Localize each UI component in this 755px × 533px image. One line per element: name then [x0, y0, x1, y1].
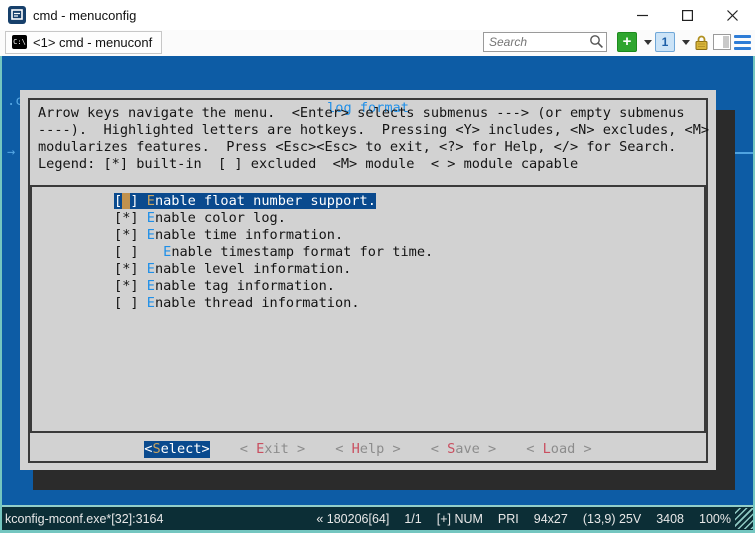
- status-item: (13,9) 25V: [583, 512, 641, 526]
- cmd-icon: C:\: [12, 35, 27, 49]
- panel-icon: [713, 34, 731, 50]
- view-panel-button[interactable]: [713, 32, 731, 52]
- status-item: 94x27: [534, 512, 568, 526]
- status-item: 100%: [699, 512, 731, 526]
- instruction-line: modularizes features. Press <Esc><Esc> t…: [38, 139, 709, 156]
- new-console-dropdown[interactable]: [640, 32, 652, 52]
- exit-button[interactable]: < Exit >: [240, 441, 306, 458]
- menu-item[interactable]: [*] Enable level information.: [32, 261, 704, 278]
- search-box: [483, 32, 607, 52]
- status-item: « 180206[64]: [316, 512, 389, 526]
- conemu-app-icon: [8, 6, 26, 24]
- instruction-line: ----). Highlighted letters are hotkeys. …: [38, 122, 709, 139]
- lock-button[interactable]: [693, 32, 710, 52]
- menu-item[interactable]: [*] Enable color log.: [32, 210, 704, 227]
- status-item: 1/1: [404, 512, 421, 526]
- help-button[interactable]: < Help >: [335, 441, 401, 458]
- menu-item[interactable]: [ ] Enable float number support.: [32, 193, 704, 210]
- tab-cmd-menuconf[interactable]: C:\ <1> cmd - menuconf: [5, 31, 162, 54]
- menu-item[interactable]: [*] Enable tag information.: [32, 278, 704, 295]
- conemu-window: cmd - menuconfig C:\ <1> cmd - menuconf …: [0, 0, 755, 533]
- status-process: kconfig-mconf.exe*[32]:3164: [5, 512, 163, 526]
- main-menu-button[interactable]: [734, 32, 751, 52]
- instruction-line: Arrow keys navigate the menu. <Enter> se…: [38, 105, 709, 122]
- plus-icon: +: [623, 33, 632, 51]
- lock-icon: [693, 34, 710, 51]
- menu-icon: [734, 35, 751, 50]
- tab-label: <1> cmd - menuconf: [33, 35, 152, 50]
- menuconfig-dialog: log format Arrow keys navigate the menu.…: [20, 90, 716, 470]
- menu-list: [ ] Enable float number support.[*] Enab…: [30, 185, 706, 433]
- chevron-down-icon: [644, 40, 652, 45]
- status-item: PRI: [498, 512, 519, 526]
- new-console-button[interactable]: +: [617, 32, 637, 52]
- menu-item[interactable]: [ ] Enable thread information.: [32, 295, 704, 312]
- dialog-instructions: Arrow keys navigate the menu. <Enter> se…: [38, 105, 709, 173]
- search-icon: [589, 34, 604, 54]
- resize-grip[interactable]: [735, 508, 753, 529]
- active-console-button[interactable]: 1: [655, 32, 675, 52]
- status-bar: kconfig-mconf.exe*[32]:3164 « 180206[64]…: [2, 505, 753, 530]
- tab-bar: C:\ <1> cmd - menuconf + 1: [0, 30, 755, 56]
- menu-item[interactable]: [ ] Enable timestamp format for time.: [32, 244, 704, 261]
- menu-item[interactable]: [*] Enable time information.: [32, 227, 704, 244]
- terminal-screen[interactable]: .config - RT-Thread Project Configuratio…: [2, 56, 753, 505]
- titlebar: cmd - menuconfig: [0, 0, 755, 30]
- dialog-button-row: <Select> < Exit > < Help > < Save > < Load >: [20, 441, 716, 458]
- instruction-line: Legend: [*] built-in [ ] excluded <M> mo…: [38, 156, 709, 173]
- chevron-down-icon: [682, 40, 690, 45]
- console-frame: .config - RT-Thread Project Configuratio…: [0, 56, 755, 533]
- status-item: 3408: [656, 512, 684, 526]
- window-title: cmd - menuconfig: [33, 8, 136, 23]
- minimize-button[interactable]: [620, 0, 665, 30]
- maximize-button[interactable]: [665, 0, 710, 30]
- save-button[interactable]: < Save >: [431, 441, 497, 458]
- status-item: [+] NUM: [437, 512, 483, 526]
- status-indicators: « 180206[64] 1/1 [+] NUM PRI 94x27 (13,9) 25V…: [316, 512, 731, 526]
- console-list-dropdown[interactable]: [678, 32, 690, 52]
- console-number: 1: [662, 35, 669, 49]
- close-button[interactable]: [710, 0, 755, 30]
- load-button[interactable]: < Load >: [526, 441, 592, 458]
- select-button[interactable]: <Select>: [144, 441, 209, 458]
